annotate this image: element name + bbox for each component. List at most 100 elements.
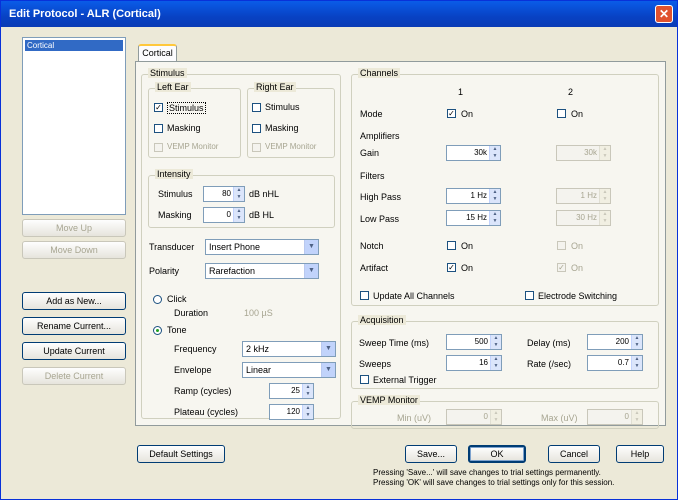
notch1-on-label: On xyxy=(461,241,474,251)
tab-cortical[interactable]: Cortical xyxy=(138,44,177,62)
gain-label: Gain xyxy=(360,148,380,158)
default-settings-button[interactable]: Default Settings xyxy=(137,445,225,463)
delay-spinner[interactable]: 200 ▲ ▼ xyxy=(587,334,643,350)
high-pass1-spinner[interactable]: 1 Hz ▲ ▼ xyxy=(446,188,501,204)
gain2-spinner[interactable]: 30k ▲ ▼ xyxy=(556,145,611,161)
update-current-button[interactable]: Update Current xyxy=(22,342,126,360)
move-down-button[interactable]: Move Down xyxy=(22,241,126,259)
click-label: Click xyxy=(167,294,187,304)
vemp-min-spinner[interactable]: 0 ▲ ▼ xyxy=(446,409,502,425)
update-all-channels-label: Update All Channels xyxy=(373,291,455,301)
mode2-checkbox[interactable] xyxy=(557,109,566,118)
sweeps-spinner[interactable]: 16 ▲ ▼ xyxy=(446,355,502,371)
transducer-select[interactable]: Insert Phone ▼ xyxy=(205,239,319,255)
rate-spinner[interactable]: 0.7 ▲ ▼ xyxy=(587,355,643,371)
external-trigger-checkbox[interactable] xyxy=(360,375,369,384)
spinner-arrows-icon[interactable]: ▲ ▼ xyxy=(302,405,313,419)
ramp-spinner[interactable]: 25 ▲ ▼ xyxy=(269,383,314,399)
channels-group: Channels xyxy=(351,68,659,306)
spinner-arrows-icon[interactable]: ▲ ▼ xyxy=(489,146,500,160)
spinner-arrows-icon[interactable]: ▲ ▼ xyxy=(490,410,501,424)
low-pass2-spinner[interactable]: 30 Hz ▲ ▼ xyxy=(556,210,611,226)
high-pass2-value: 1 Hz xyxy=(580,191,597,200)
sweeps-label: Sweeps xyxy=(359,359,392,369)
stimulus-group-label: Stimulus xyxy=(148,68,187,78)
spinner-arrows-icon[interactable]: ▲ ▼ xyxy=(631,356,642,370)
electrode-switching-label: Electrode Switching xyxy=(538,291,618,301)
mode1-checkbox[interactable]: ✓ xyxy=(447,109,456,118)
low-pass1-value: 15 Hz xyxy=(466,213,487,222)
save-button[interactable]: Save... xyxy=(405,445,457,463)
spinner-arrows-icon[interactable]: ▲ ▼ xyxy=(233,187,244,201)
chevron-down-icon[interactable]: ▼ xyxy=(321,342,335,356)
click-radio[interactable] xyxy=(153,295,162,304)
left-masking-checkbox[interactable] xyxy=(154,124,163,133)
right-masking-checkbox[interactable] xyxy=(252,124,261,133)
high-pass-label: High Pass xyxy=(360,192,402,202)
spinner-arrows-icon[interactable]: ▲ ▼ xyxy=(302,384,313,398)
save-note: Pressing 'Save...' will save changes to … xyxy=(373,468,601,477)
chevron-down-icon[interactable]: ▼ xyxy=(304,240,318,254)
low-pass-label: Low Pass xyxy=(360,214,400,224)
vemp-monitor-label: VEMP Monitor xyxy=(358,395,420,405)
title-bar[interactable]: Edit Protocol - ALR (Cortical) ✕ xyxy=(1,1,677,27)
intensity-stimulus-spinner[interactable]: 80 ▲ ▼ xyxy=(203,186,245,202)
low-pass2-value: 30 Hz xyxy=(576,213,597,222)
spinner-arrows-icon[interactable]: ▲ ▼ xyxy=(233,208,244,222)
spinner-arrows-icon[interactable]: ▲ ▼ xyxy=(489,189,500,203)
artifact2-checkbox[interactable]: ✓ xyxy=(557,263,566,272)
envelope-select[interactable]: Linear ▼ xyxy=(242,362,336,378)
low-pass1-spinner[interactable]: 15 Hz ▲ ▼ xyxy=(446,210,501,226)
left-masking-label: Masking xyxy=(167,123,201,133)
spinner-arrows-icon[interactable]: ▲ ▼ xyxy=(599,189,610,203)
add-as-new-button[interactable]: Add as New... xyxy=(22,292,126,310)
notch2-checkbox[interactable] xyxy=(557,241,566,250)
help-button[interactable]: Help xyxy=(616,445,664,463)
spinner-arrows-icon[interactable]: ▲ ▼ xyxy=(490,356,501,370)
chevron-down-icon[interactable]: ▼ xyxy=(304,264,318,278)
intensity-masking-spinner[interactable]: 0 ▲ ▼ xyxy=(203,207,245,223)
mode2-on-label: On xyxy=(571,109,584,119)
vemp-max-spinner[interactable]: 0 ▲ ▼ xyxy=(587,409,643,425)
intensity-masking-unit: dB HL xyxy=(249,210,275,220)
right-stimulus-checkbox[interactable] xyxy=(252,103,261,112)
left-stimulus-checkbox[interactable]: ✓ xyxy=(154,103,163,112)
plateau-value: 120 xyxy=(286,407,300,416)
right-vemp-checkbox[interactable] xyxy=(252,143,261,152)
spinner-arrows-icon[interactable]: ▲ ▼ xyxy=(631,410,642,424)
spinner-arrows-icon[interactable]: ▲ ▼ xyxy=(490,335,501,349)
rate-label: Rate (/sec) xyxy=(527,359,572,369)
rename-current-button[interactable]: Rename Current... xyxy=(22,317,126,335)
chevron-down-icon[interactable]: ▼ xyxy=(321,363,335,377)
left-vemp-checkbox[interactable] xyxy=(154,143,163,152)
move-up-button[interactable]: Move Up xyxy=(22,219,126,237)
notch1-checkbox[interactable] xyxy=(447,241,456,250)
polarity-select[interactable]: Rarefaction ▼ xyxy=(205,263,319,279)
ok-button[interactable]: OK xyxy=(468,445,526,463)
high-pass2-spinner[interactable]: 1 Hz ▲ ▼ xyxy=(556,188,611,204)
spinner-arrows-icon[interactable]: ▲ ▼ xyxy=(489,211,500,225)
gain1-spinner[interactable]: 30k ▲ ▼ xyxy=(446,145,501,161)
plateau-spinner[interactable]: 120 ▲ ▼ xyxy=(269,404,314,420)
notch2-on-label: On xyxy=(571,241,584,251)
intensity-masking-value: 0 xyxy=(226,210,231,219)
frequency-select[interactable]: 2 kHz ▼ xyxy=(242,341,336,357)
close-icon[interactable]: ✕ xyxy=(655,5,673,23)
channel-2-header: 2 xyxy=(568,87,574,97)
protocol-list[interactable]: Cortical xyxy=(22,37,126,215)
spinner-arrows-icon[interactable]: ▲ ▼ xyxy=(599,211,610,225)
high-pass1-value: 1 Hz xyxy=(470,191,487,200)
tone-radio[interactable] xyxy=(153,326,162,335)
artifact1-checkbox[interactable]: ✓ xyxy=(447,263,456,272)
mode-label: Mode xyxy=(360,109,383,119)
spinner-arrows-icon[interactable]: ▲ ▼ xyxy=(631,335,642,349)
update-all-channels-checkbox[interactable] xyxy=(360,291,369,300)
ramp-label: Ramp (cycles) xyxy=(174,386,232,396)
electrode-switching-checkbox[interactable] xyxy=(525,291,534,300)
cancel-button[interactable]: Cancel xyxy=(548,445,600,463)
delete-current-button[interactable]: Delete Current xyxy=(22,367,126,385)
spinner-arrows-icon[interactable]: ▲ ▼ xyxy=(599,146,610,160)
transducer-label: Transducer xyxy=(149,242,195,252)
sweep-time-spinner[interactable]: 500 ▲ ▼ xyxy=(446,334,502,350)
list-item[interactable]: Cortical xyxy=(25,40,123,51)
